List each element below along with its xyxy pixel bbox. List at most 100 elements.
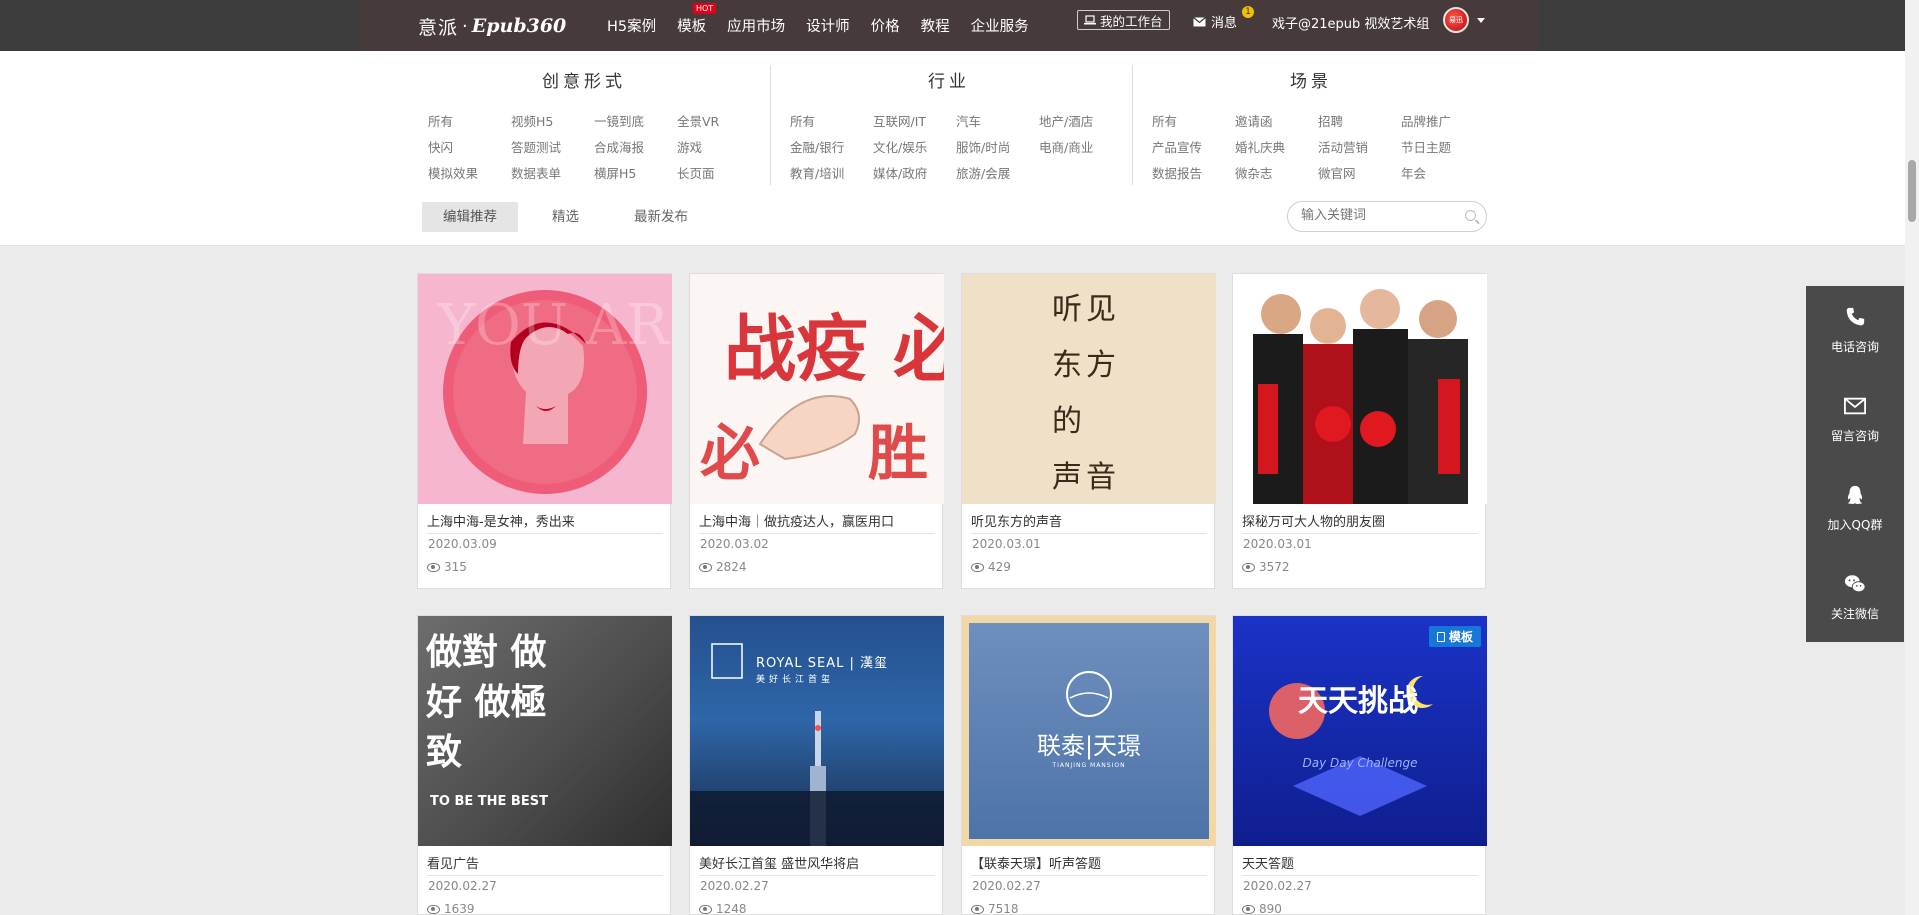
site-logo[interactable]: 意派 · Epub360 (418, 12, 566, 40)
filter-items: 所有 视频H5 一镜到底 全景VR 快闪 答题测试 合成海报 游戏 模拟效果 数… (428, 113, 760, 182)
filter-panel: 创意形式 所有 视频H5 一镜到底 全景VR 快闪 答题测试 合成海报 游戏 模… (0, 51, 1905, 246)
user-avatar[interactable]: 易迅 (1443, 7, 1469, 33)
filter-option[interactable]: 汽车 (956, 113, 1039, 130)
case-card[interactable]: YOU ARE AWESOME 上海中海-是女神，秀出来 2020.03.09 … (417, 273, 672, 589)
join-qq-group-button[interactable]: 加入QQ群 (1806, 464, 1904, 553)
filter-option[interactable]: 微杂志 (1235, 165, 1318, 182)
card-thumbnail[interactable]: ROYAL SEAL | 漢玺 美好长江首玺 (690, 616, 944, 846)
filter-option[interactable]: 所有 (790, 113, 873, 130)
card-title[interactable]: 【联泰天璟】听声答题 (971, 853, 1207, 876)
nav-templates[interactable]: 模板 HOT (677, 3, 717, 36)
filter-option[interactable]: 模拟效果 (428, 165, 511, 182)
card-title[interactable]: 上海中海-是女神，秀出来 (427, 511, 663, 534)
filter-option[interactable]: 邀请函 (1235, 113, 1318, 130)
filter-option[interactable]: 全景VR (677, 113, 760, 130)
tab-latest[interactable]: 最新发布 (613, 202, 709, 232)
tab-featured[interactable]: 精选 (531, 202, 600, 232)
card-thumbnail[interactable]: 天天挑战 Day Day Challenge 模板 (1233, 616, 1487, 846)
filter-option[interactable]: 游戏 (677, 139, 760, 156)
sort-tabs: 编辑推荐 精选 最新发布 (422, 202, 722, 232)
filter-option[interactable]: 媒体/政府 (873, 165, 956, 182)
filter-option[interactable]: 所有 (428, 113, 511, 130)
card-date: 2020.03.02 (700, 537, 769, 551)
filter-option[interactable]: 产品宣传 (1152, 139, 1235, 156)
case-card[interactable]: 天天挑战 Day Day Challenge 模板 天天答题 2020.02.2… (1232, 615, 1487, 915)
nav-tutorials[interactable]: 教程 (921, 15, 950, 36)
case-card[interactable]: ROYAL SEAL | 漢玺 美好长江首玺 美好长江首玺 盛世风华将启 202… (689, 615, 944, 915)
filter-option[interactable]: 数据报告 (1152, 165, 1235, 182)
case-card[interactable]: 做對 做好 做極致 TO BE THE BEST 看见广告 2020.02.27… (417, 615, 672, 915)
username[interactable]: 戏子@21epub 视效艺术组 (1272, 13, 1429, 32)
card-thumbnail[interactable]: 听见 东方 的 声音 (962, 274, 1216, 504)
thumb-text: 联泰|天璟 (1036, 732, 1142, 760)
filter-option[interactable]: 长页面 (677, 165, 760, 182)
thumb-text: 天天挑战 (1298, 684, 1418, 719)
nav-h5-cases[interactable]: H5案例 (607, 15, 656, 36)
filter-option[interactable]: 答题测试 (511, 139, 594, 156)
filter-option[interactable]: 视频H5 (511, 113, 594, 130)
filter-option[interactable]: 节日主题 (1401, 139, 1484, 156)
filter-option[interactable]: 合成海报 (594, 139, 677, 156)
filter-option[interactable]: 服饰/时尚 (956, 139, 1039, 156)
case-card[interactable]: 听见 东方 的 声音 听见东方的声音 2020.03.01 429 (961, 273, 1216, 589)
search-icon[interactable] (1465, 210, 1476, 221)
phone-consult-button[interactable]: 电话咨询 (1806, 286, 1904, 375)
case-card[interactable]: 战疫 必胜 必 胜 上海中海｜做抗疫达人，赢医用口 2020.03.02 282… (689, 273, 944, 589)
case-card[interactable]: 探秘万可大人物的朋友圈 2020.03.01 3572 (1232, 273, 1487, 589)
filter-option[interactable]: 一镜到底 (594, 113, 677, 130)
filter-option[interactable]: 婚礼庆典 (1235, 139, 1318, 156)
thumb-text: 做對 做好 做極致 (426, 632, 547, 773)
thumb-subtext: TO BE THE BEST (430, 794, 548, 809)
search-input[interactable] (1301, 208, 1451, 223)
chevron-down-icon[interactable] (1477, 18, 1485, 23)
filter-option[interactable]: 年会 (1401, 165, 1484, 182)
filter-group-title: 场景 (1290, 72, 1332, 92)
view-count: 890 (1259, 902, 1282, 915)
tab-editor-picks[interactable]: 编辑推荐 (422, 202, 518, 232)
card-views: 7518 (971, 902, 1019, 915)
filter-option[interactable]: 活动营销 (1318, 139, 1401, 156)
filter-option[interactable]: 微官网 (1318, 165, 1401, 182)
card-title[interactable]: 上海中海｜做抗疫达人，赢医用口 (699, 511, 935, 534)
card-thumbnail[interactable] (1233, 274, 1487, 504)
card-thumbnail[interactable]: YOU ARE AWESOME (418, 274, 672, 504)
filter-option[interactable]: 所有 (1152, 113, 1235, 130)
filter-option[interactable]: 地产/酒店 (1039, 113, 1122, 130)
message-consult-button[interactable]: 留言咨询 (1806, 375, 1904, 464)
page-scrollbar[interactable] (1905, 0, 1919, 915)
eye-icon (1242, 562, 1255, 572)
my-workbench-button[interactable]: 我的工作台 (1077, 10, 1170, 30)
nav-app-market[interactable]: 应用市场 (727, 15, 785, 36)
card-title[interactable]: 美好长江首玺 盛世风华将启 (699, 853, 935, 876)
filter-option[interactable]: 文化/娱乐 (873, 139, 956, 156)
filter-option[interactable]: 快闪 (428, 139, 511, 156)
filter-option[interactable]: 横屏H5 (594, 165, 677, 182)
follow-wechat-button[interactable]: 关注微信 (1806, 553, 1904, 642)
filter-option[interactable]: 品牌推广 (1401, 113, 1484, 130)
nav-pricing[interactable]: 价格 (871, 15, 900, 36)
filter-group-title: 创意形式 (542, 72, 626, 92)
eye-icon (699, 562, 712, 572)
filter-option[interactable]: 数据表单 (511, 165, 594, 182)
case-card[interactable]: 联泰|天璟 TIANJING MANSION 【联泰天璟】听声答题 2020.0… (961, 615, 1216, 915)
filter-option[interactable]: 电商/商业 (1039, 139, 1122, 156)
nav-designers[interactable]: 设计师 (806, 15, 850, 36)
card-thumbnail[interactable]: 做對 做好 做極致 TO BE THE BEST (418, 616, 672, 846)
messages-link[interactable]: 消息 1 (1193, 6, 1254, 31)
card-date: 2020.03.01 (1243, 537, 1312, 551)
card-thumbnail[interactable]: 联泰|天璟 TIANJING MANSION (962, 616, 1216, 846)
filter-option[interactable]: 教育/培训 (790, 165, 873, 182)
card-title[interactable]: 探秘万可大人物的朋友圈 (1242, 511, 1478, 534)
card-title[interactable]: 天天答题 (1242, 853, 1478, 876)
card-title[interactable]: 看见广告 (427, 853, 663, 876)
template-tag[interactable]: 模板 (1428, 626, 1481, 647)
filter-option[interactable]: 金融/银行 (790, 139, 873, 156)
filter-option[interactable]: 招聘 (1318, 113, 1401, 130)
card-title[interactable]: 听见东方的声音 (971, 511, 1207, 534)
message-count-badge: 1 (1242, 6, 1254, 18)
filter-option[interactable]: 旅游/会展 (956, 165, 1039, 182)
scrollbar-thumb[interactable] (1908, 160, 1916, 222)
filter-option[interactable]: 互联网/IT (873, 113, 956, 130)
card-thumbnail[interactable]: 战疫 必胜 必 胜 (690, 274, 944, 504)
nav-enterprise[interactable]: 企业服务 (971, 15, 1029, 36)
